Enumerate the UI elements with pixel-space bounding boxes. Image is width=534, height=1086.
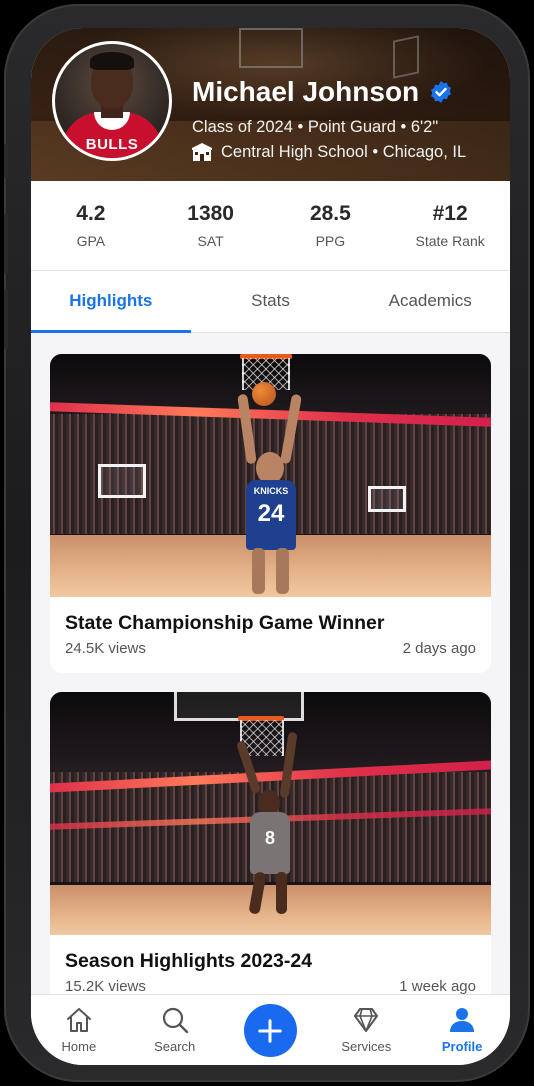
player-jersey-number: 24	[257, 500, 285, 527]
nav-services[interactable]: Services	[318, 995, 414, 1065]
highlights-feed: KNICKS 24 State Championship Game Winner…	[31, 333, 510, 999]
nav-label: Services	[341, 1039, 392, 1054]
volume-up-button	[4, 214, 8, 274]
stat-value: 28.5	[309, 202, 351, 225]
nav-search[interactable]: Search	[127, 995, 223, 1065]
video-thumbnail[interactable]: 8	[50, 692, 491, 935]
nav-label: Search	[154, 1039, 196, 1054]
bottom-nav: Home Search Services Profile	[31, 994, 510, 1065]
tab-stats[interactable]: Stats	[191, 271, 351, 332]
tab-highlights[interactable]: Highlights	[31, 271, 191, 333]
player-jersey-team: KNICKS	[253, 486, 289, 496]
player-leg	[276, 548, 289, 594]
stat-label: GPA	[76, 233, 106, 249]
phone-frame: BULLS Michael Johnson Class of 2024 • Po…	[4, 4, 530, 1082]
player-jersey: KNICKS 24	[246, 480, 296, 550]
stat-value: #12	[432, 202, 468, 225]
nav-home[interactable]: Home	[31, 995, 127, 1065]
stats-bar: 4.2 GPA 1380 SAT 28.5 PPG #12 State Rank	[31, 181, 510, 271]
stat-ppg: 28.5 PPG	[271, 181, 391, 270]
card-views: 15.2K views	[65, 978, 146, 995]
diamond-icon	[354, 1008, 379, 1032]
stat-value: 1380	[187, 202, 234, 225]
stat-label: SAT	[197, 233, 224, 249]
stat-state-rank: #12 State Rank	[390, 181, 510, 270]
avatar-hair	[90, 52, 134, 70]
card-title: Season Highlights 2023-24	[65, 950, 313, 972]
thumbnail-backboard-right	[368, 486, 406, 512]
profile-name: Michael Johnson	[192, 76, 420, 107]
player-arm	[235, 739, 262, 795]
home-icon	[66, 1008, 91, 1032]
player-arm	[279, 393, 303, 465]
nav-create[interactable]	[223, 995, 319, 1065]
video-thumbnail[interactable]: KNICKS 24	[50, 354, 491, 597]
player-jersey: 8	[250, 812, 290, 874]
avatar-jersey: BULLS	[61, 112, 163, 158]
player-leg	[248, 871, 267, 915]
thumbnail-backboard-left	[98, 464, 146, 498]
highlight-card[interactable]: KNICKS 24 State Championship Game Winner…	[50, 354, 491, 673]
verified-badge-icon	[431, 81, 452, 103]
plus-icon	[258, 1018, 283, 1043]
mute-switch	[4, 144, 8, 178]
card-time: 1 week ago	[399, 978, 476, 995]
card-time: 2 days ago	[402, 640, 476, 657]
player-arm	[237, 393, 257, 465]
player-arm	[279, 731, 298, 799]
app-screen: BULLS Michael Johnson Class of 2024 • Po…	[31, 28, 510, 1065]
tab-academics[interactable]: Academics	[350, 271, 510, 332]
highlight-card[interactable]: 8 Season Highlights 2023-24 15.2K views …	[50, 692, 491, 999]
profile-school-row: Central High School • Chicago, IL	[191, 142, 466, 162]
name-row: Michael Johnson	[192, 76, 453, 108]
create-button[interactable]	[243, 1004, 297, 1057]
card-title: State Championship Game Winner	[65, 612, 385, 634]
card-views: 24.5K views	[65, 640, 146, 657]
player-leg	[276, 872, 287, 914]
avatar[interactable]: BULLS	[52, 41, 172, 161]
profile-tabs: Highlights Stats Academics	[31, 271, 510, 333]
player-leg	[252, 548, 265, 594]
search-icon	[162, 1007, 188, 1034]
stat-value: 4.2	[76, 202, 106, 225]
person-icon	[450, 1008, 475, 1032]
stat-label: State Rank	[415, 233, 485, 249]
profile-header: BULLS Michael Johnson Class of 2024 • Po…	[31, 28, 510, 181]
profile-school: Central High School • Chicago, IL	[221, 142, 467, 161]
stat-sat: 1380 SAT	[151, 181, 271, 270]
thumbnail-player: KNICKS 24	[230, 393, 310, 594]
stat-label: PPG	[315, 233, 346, 249]
nav-profile[interactable]: Profile	[414, 995, 510, 1065]
stat-gpa: 4.2 GPA	[31, 181, 151, 270]
nav-label: Profile	[441, 1039, 483, 1054]
school-icon	[192, 143, 212, 161]
avatar-jersey-text: BULLS	[85, 136, 139, 153]
volume-down-button	[4, 289, 8, 349]
thumbnail-player: 8	[235, 731, 306, 922]
profile-meta: Class of 2024 • Point Guard • 6'2"	[192, 118, 439, 136]
nav-label: Home	[61, 1039, 97, 1054]
player-jersey-number: 8	[264, 828, 275, 848]
